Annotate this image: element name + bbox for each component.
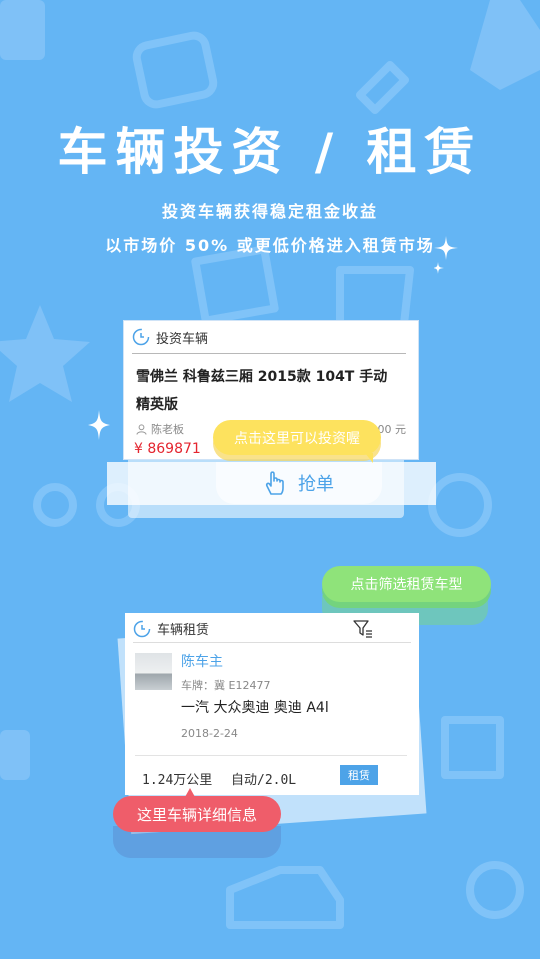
- car-title: 雪佛兰 科鲁兹三厢 2015款 104T 手动精英版: [136, 369, 388, 413]
- license-plate: 车牌：冀 E12477: [181, 679, 271, 692]
- subtitle-line-1: 投资车辆获得稳定租金收益: [161, 202, 378, 221]
- clock-icon: [133, 620, 151, 637]
- car-owner-name[interactable]: 陈车主: [181, 651, 223, 671]
- divider: [135, 755, 407, 756]
- car-model: 一汽 大众奥迪 奥迪 A4l: [181, 700, 329, 716]
- rental-card[interactable]: 车辆租赁 陈车主 车牌：冀 E12477 一汽 大众奥迪 奥迪 A4l 2018…: [125, 613, 419, 795]
- invest-card-header: 投资车辆: [132, 321, 406, 354]
- sparkle-icon: [88, 410, 110, 440]
- filter-tooltip: 点击筛选租赁车型: [322, 566, 491, 602]
- detail-tooltip: 这里车辆详细信息: [113, 788, 281, 832]
- grab-label: 抢单: [298, 474, 334, 495]
- car-thumbnail: [135, 653, 172, 690]
- price: ¥ 869871: [134, 441, 201, 457]
- grab-order-button[interactable]: 抢单: [216, 462, 382, 504]
- invest-tooltip: 点击这里可以投资喔: [213, 420, 381, 463]
- sparkle-icon: [434, 236, 458, 274]
- listing-date: 2018-2-24: [181, 727, 238, 740]
- mileage: 1.24万公里: [142, 773, 213, 788]
- rent-button[interactable]: 租赁: [340, 765, 378, 785]
- owner-name: 陈老板: [151, 423, 184, 436]
- owner-line: 陈老板: [136, 421, 184, 437]
- subtitle-line-2: 以市场价 50% 或更低价格进入租赁市场: [105, 236, 435, 255]
- rental-card-header-label: 车辆租赁: [157, 623, 210, 638]
- hand-pointer-icon: [265, 471, 284, 495]
- page-title: 车辆投资 / 租赁: [57, 123, 483, 181]
- clock-icon: [132, 328, 150, 346]
- transmission: 自动/2.0L: [231, 773, 297, 788]
- invest-card-header-label: 投资车辆: [156, 331, 209, 347]
- person-icon: [136, 423, 147, 435]
- filter-icon[interactable]: [353, 620, 373, 638]
